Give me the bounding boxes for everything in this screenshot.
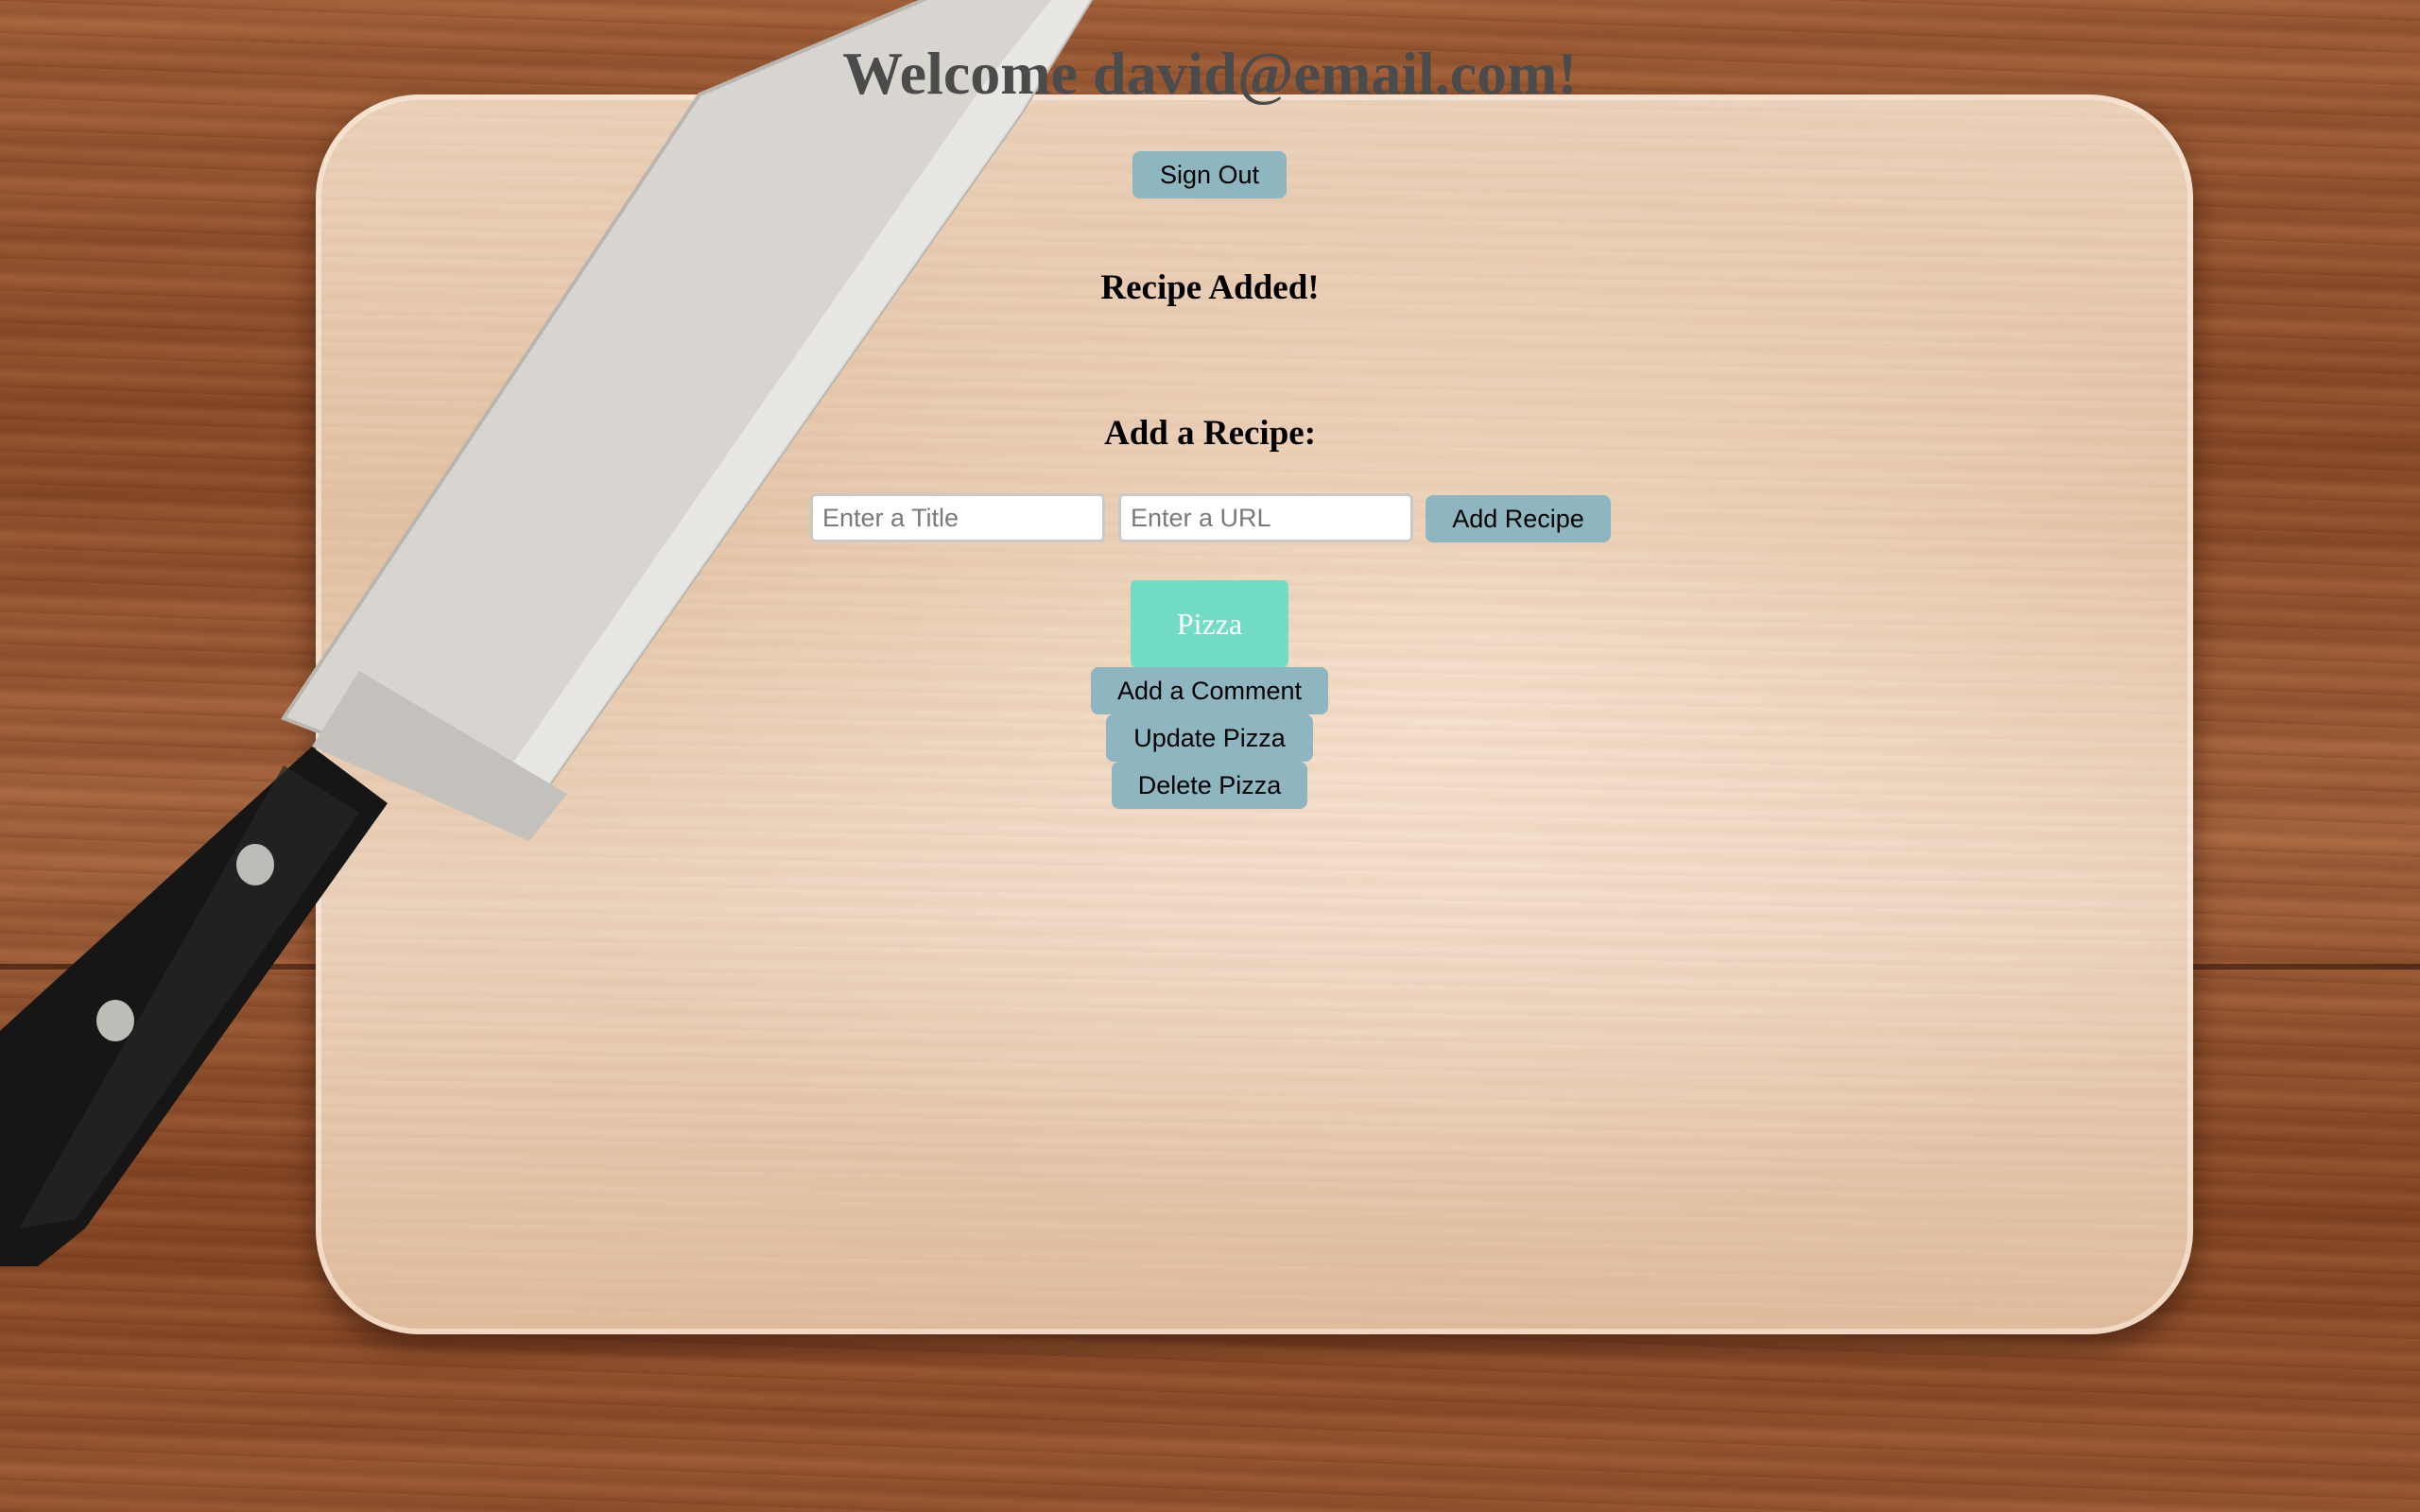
recipe-card-title[interactable]: Pizza xyxy=(1131,580,1288,667)
welcome-heading: Welcome david@email.com! xyxy=(842,40,1578,107)
add-comment-button[interactable]: Add a Comment xyxy=(1091,667,1328,714)
update-recipe-button[interactable]: Update Pizza xyxy=(1106,714,1313,762)
sign-out-button[interactable]: Sign Out xyxy=(1132,151,1287,198)
recipe-url-input[interactable] xyxy=(1118,493,1413,542)
add-recipe-heading: Add a Recipe: xyxy=(1103,414,1317,453)
delete-recipe-button[interactable]: Delete Pizza xyxy=(1112,762,1307,809)
recipe-title-input[interactable] xyxy=(810,493,1105,542)
status-message: Recipe Added! xyxy=(1100,268,1320,307)
add-recipe-button[interactable]: Add Recipe xyxy=(1426,495,1611,542)
